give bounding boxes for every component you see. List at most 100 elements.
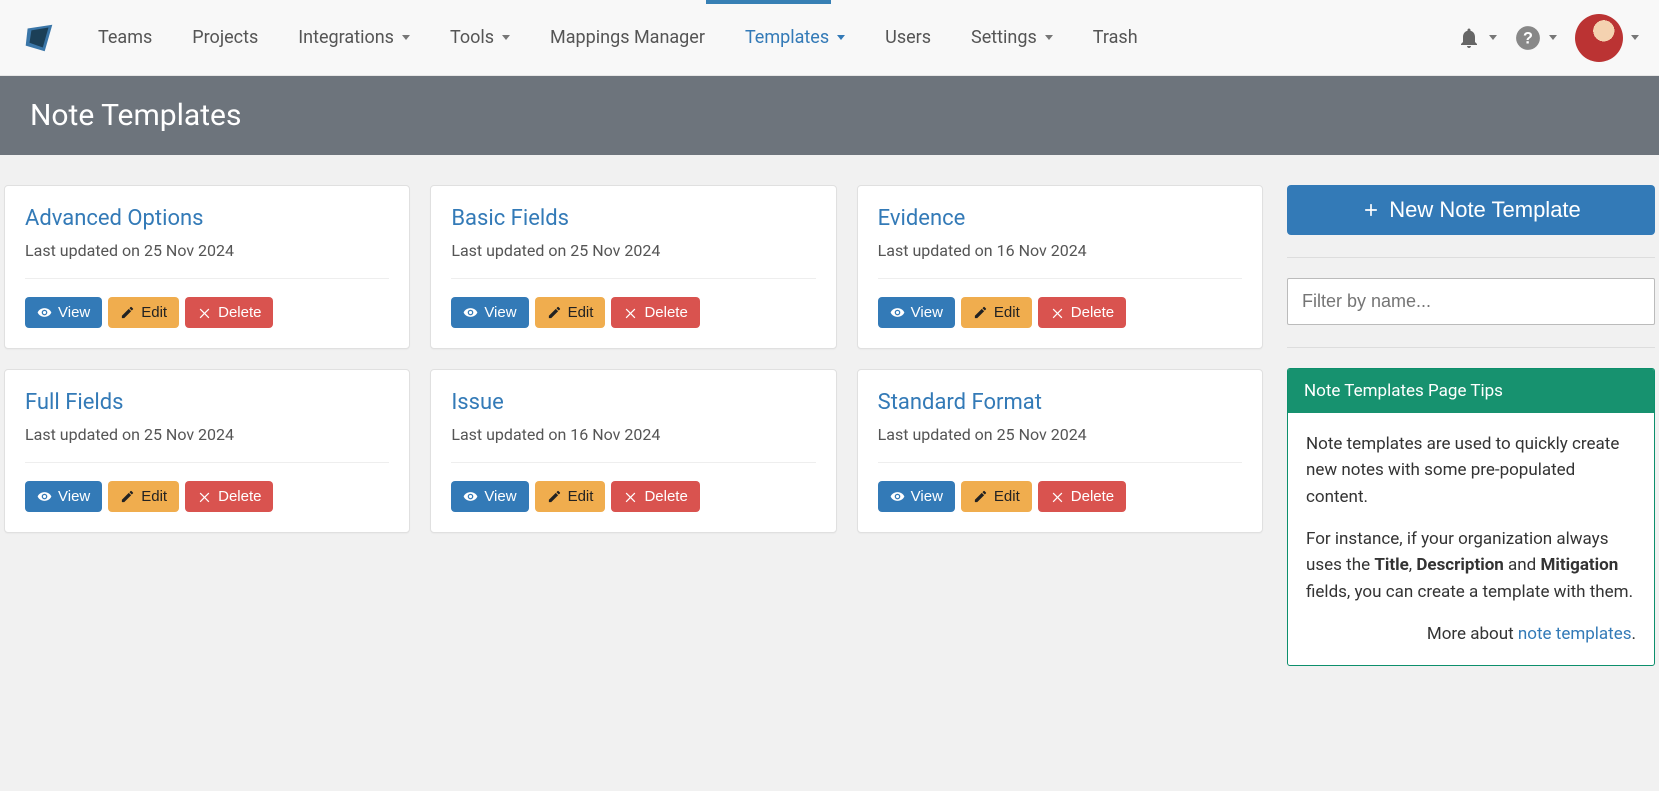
- nav-item-mappings-manager[interactable]: Mappings Manager: [530, 0, 725, 76]
- view-button[interactable]: View: [451, 481, 528, 512]
- navbar-right: ?: [1457, 14, 1639, 62]
- notifications-button[interactable]: [1457, 26, 1497, 50]
- chevron-down-icon: [1045, 35, 1053, 40]
- chevron-down-icon: [1631, 35, 1639, 40]
- view-button[interactable]: View: [878, 481, 955, 512]
- view-button-label: View: [911, 304, 943, 321]
- navbar: Teams Projects Integrations Tools Mappings M…: [0, 0, 1659, 76]
- delete-button[interactable]: Delete: [1038, 481, 1126, 512]
- close-icon: [623, 305, 638, 320]
- active-tab-indicator: [706, 0, 831, 4]
- delete-button[interactable]: Delete: [185, 481, 273, 512]
- chevron-down-icon: [1489, 35, 1497, 40]
- nav-item-teams[interactable]: Teams: [78, 0, 172, 76]
- delete-button-label: Delete: [644, 488, 687, 505]
- edit-button[interactable]: Edit: [108, 297, 179, 328]
- delete-button[interactable]: Delete: [185, 297, 273, 328]
- eye-icon: [37, 489, 52, 504]
- new-note-template-button[interactable]: New Note Template: [1287, 185, 1655, 235]
- nav-item-settings[interactable]: Settings: [951, 0, 1073, 76]
- delete-button-label: Delete: [644, 304, 687, 321]
- eye-icon: [37, 305, 52, 320]
- edit-button[interactable]: Edit: [535, 481, 606, 512]
- edit-button-label: Edit: [568, 488, 594, 505]
- logo-icon: [20, 19, 58, 57]
- nav-item-label: Projects: [192, 0, 258, 76]
- card-actions: View EditDelete: [878, 481, 1242, 512]
- nav-item-integrations[interactable]: Integrations: [278, 0, 430, 76]
- page-title: Note Templates: [0, 76, 1659, 155]
- view-button-label: View: [484, 488, 516, 505]
- tips-header: Note Templates Page Tips: [1288, 369, 1654, 413]
- eye-icon: [890, 489, 905, 504]
- view-button-label: View: [58, 304, 90, 321]
- template-updated: Last updated on 25 Nov 2024: [451, 241, 815, 279]
- note-templates-link[interactable]: note templates: [1518, 624, 1632, 644]
- edit-button[interactable]: Edit: [108, 481, 179, 512]
- nav-item-label: Settings: [971, 0, 1037, 76]
- template-updated: Last updated on 25 Nov 2024: [25, 241, 389, 279]
- template-title[interactable]: Issue: [451, 390, 815, 415]
- chevron-down-icon: [1549, 35, 1557, 40]
- edit-button-label: Edit: [141, 304, 167, 321]
- nav-item-templates[interactable]: Templates: [725, 0, 865, 76]
- template-title[interactable]: Standard Format: [878, 390, 1242, 415]
- eye-icon: [463, 305, 478, 320]
- template-title[interactable]: Basic Fields: [451, 206, 815, 231]
- view-button-label: View: [911, 488, 943, 505]
- filter-input[interactable]: [1287, 278, 1655, 325]
- view-button[interactable]: View: [25, 481, 102, 512]
- question-icon: ?: [1515, 25, 1541, 51]
- nav-item-label: Tools: [450, 0, 494, 76]
- nav-item-label: Mappings Manager: [550, 0, 705, 76]
- card-actions: View Edit Delete: [451, 297, 815, 328]
- pencil-icon: [120, 305, 135, 320]
- nav-item-users[interactable]: Users: [865, 0, 951, 76]
- close-icon: [1050, 305, 1065, 320]
- card-actions: View Edit Delete: [878, 297, 1242, 328]
- template-card: Advanced Options Last updated on 25 Nov 2…: [4, 185, 410, 349]
- edit-button[interactable]: Edit: [535, 297, 606, 328]
- template-title[interactable]: Advanced Options: [25, 206, 389, 231]
- bell-icon: [1457, 26, 1481, 50]
- eye-icon: [463, 489, 478, 504]
- delete-button-label: Delete: [218, 304, 261, 321]
- app-logo[interactable]: [20, 19, 58, 57]
- plus-icon: [1361, 200, 1381, 220]
- tips-paragraph: Note templates are used to quickly creat…: [1306, 431, 1636, 510]
- chevron-down-icon: [837, 35, 845, 40]
- template-card: Basic Fields Last updated on 25 Nov 2024 V…: [430, 185, 836, 349]
- edit-button-label: Edit: [568, 304, 594, 321]
- delete-button-label: Delete: [218, 488, 261, 505]
- delete-button[interactable]: Delete: [611, 481, 699, 512]
- new-note-template-label: New Note Template: [1389, 197, 1581, 223]
- user-menu[interactable]: [1575, 14, 1639, 62]
- template-card: Full FieldsLast updated on 25 Nov 2024Vi…: [4, 369, 410, 533]
- close-icon: [623, 489, 638, 504]
- view-button[interactable]: View: [878, 297, 955, 328]
- eye-icon: [890, 305, 905, 320]
- card-actions: View Edit Delete: [25, 297, 389, 328]
- template-title[interactable]: Full Fields: [25, 390, 389, 415]
- view-button-label: View: [484, 304, 516, 321]
- card-actions: View Edit Delete: [451, 481, 815, 512]
- divider: [1287, 257, 1655, 258]
- template-title[interactable]: Evidence: [878, 206, 1242, 231]
- nav-item-tools[interactable]: Tools: [430, 0, 530, 76]
- delete-button[interactable]: Delete: [611, 297, 699, 328]
- delete-button[interactable]: Delete: [1038, 297, 1126, 328]
- edit-button[interactable]: Edit: [961, 481, 1032, 512]
- template-updated: Last updated on 16 Nov 2024: [451, 425, 815, 463]
- edit-button[interactable]: Edit: [961, 297, 1032, 328]
- help-button[interactable]: ?: [1515, 25, 1557, 51]
- tips-panel: Note Templates Page Tips Note templates …: [1287, 368, 1655, 666]
- chevron-down-icon: [402, 35, 410, 40]
- nav-item-trash[interactable]: Trash: [1073, 0, 1158, 76]
- nav-item-projects[interactable]: Projects: [172, 0, 278, 76]
- view-button[interactable]: View: [25, 297, 102, 328]
- delete-button-label: Delete: [1071, 304, 1114, 321]
- view-button[interactable]: View: [451, 297, 528, 328]
- templates-grid: Advanced Options Last updated on 25 Nov 2…: [2, 185, 1263, 533]
- nav-item-label: Users: [885, 0, 931, 76]
- close-icon: [1050, 489, 1065, 504]
